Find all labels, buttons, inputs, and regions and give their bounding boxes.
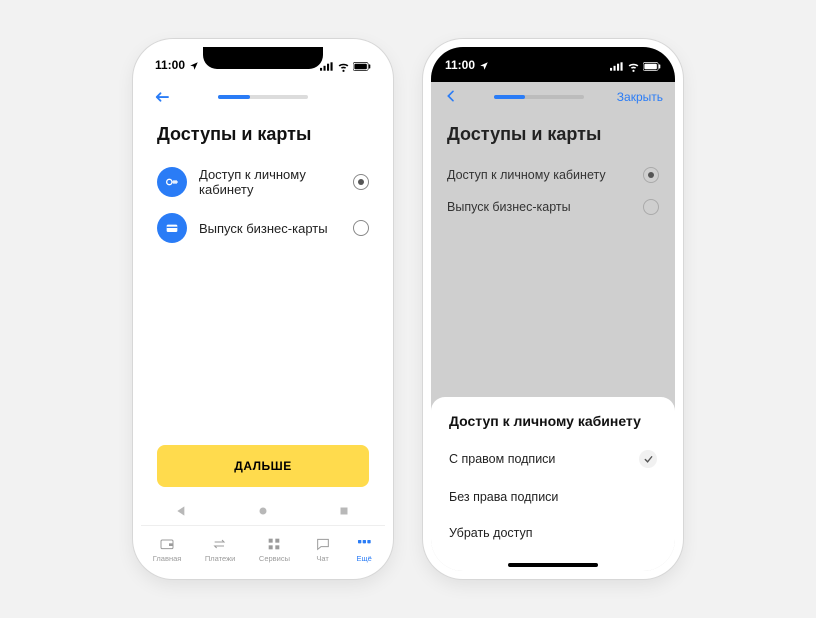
card-icon bbox=[157, 213, 187, 243]
close-button[interactable]: Закрыть bbox=[617, 90, 663, 104]
back-button[interactable] bbox=[153, 88, 171, 106]
radio-selected[interactable] bbox=[643, 167, 659, 183]
transfer-icon bbox=[211, 536, 229, 552]
status-time: 11:00 bbox=[155, 58, 185, 72]
page-title: Доступы и карты bbox=[157, 124, 369, 145]
key-icon bbox=[157, 167, 187, 197]
option-label: Доступ к личному кабинету bbox=[447, 168, 643, 182]
sheet-item-without-signature[interactable]: Без права подписи bbox=[449, 479, 657, 515]
signal-icon bbox=[610, 60, 624, 69]
tab-services[interactable]: Сервисы bbox=[259, 536, 290, 563]
tab-home[interactable]: Главная bbox=[153, 536, 182, 563]
bottom-sheet: Доступ к личному кабинету С правом подпи… bbox=[431, 397, 675, 571]
option-business-card[interactable]: Выпуск бизнес-карты bbox=[157, 205, 369, 251]
tab-payments[interactable]: Платежи bbox=[205, 536, 235, 563]
nav-row bbox=[141, 82, 385, 112]
wifi-icon bbox=[627, 60, 640, 69]
radio-unselected[interactable] bbox=[643, 199, 659, 215]
wallet-icon bbox=[158, 536, 176, 552]
battery-icon bbox=[353, 60, 371, 69]
android-nav-bar bbox=[141, 497, 385, 525]
option-label: Выпуск бизнес-карты bbox=[447, 200, 643, 214]
status-time: 11:00 bbox=[445, 58, 475, 72]
more-icon bbox=[355, 536, 373, 552]
battery-icon bbox=[643, 60, 661, 69]
phone-mockup-sheet: 11:00 Закрыть Доступы и карты bbox=[423, 39, 683, 579]
radio-unselected[interactable] bbox=[353, 220, 369, 236]
android-recent-icon[interactable] bbox=[337, 504, 351, 518]
progress-indicator bbox=[177, 95, 349, 99]
page-title: Доступы и карты bbox=[447, 124, 659, 145]
chat-icon bbox=[314, 536, 332, 552]
device-notch bbox=[493, 47, 613, 69]
android-home-icon[interactable] bbox=[256, 504, 270, 518]
sheet-item-remove-access[interactable]: Убрать доступ bbox=[449, 515, 657, 551]
grid-icon bbox=[265, 536, 283, 552]
tab-more[interactable]: Ещё bbox=[355, 536, 373, 563]
device-notch bbox=[203, 47, 323, 69]
location-icon bbox=[189, 60, 199, 70]
progress-indicator bbox=[467, 95, 611, 99]
option-business-card[interactable]: Выпуск бизнес-карты bbox=[447, 191, 659, 223]
signal-icon bbox=[320, 60, 334, 69]
back-button[interactable] bbox=[443, 88, 461, 106]
check-icon bbox=[639, 450, 657, 468]
location-icon bbox=[479, 60, 489, 70]
android-back-icon[interactable] bbox=[175, 504, 189, 518]
radio-selected[interactable] bbox=[353, 174, 369, 190]
phone-mockup-main: 11:00 Доступы и карты bbox=[133, 39, 393, 579]
tab-bar: Главная Платежи Сервисы Чат Ещё bbox=[141, 525, 385, 571]
option-personal-access[interactable]: Доступ к личному кабинету bbox=[447, 159, 659, 191]
option-label: Выпуск бизнес-карты bbox=[199, 221, 341, 236]
home-indicator[interactable] bbox=[508, 563, 598, 567]
wifi-icon bbox=[337, 60, 350, 69]
next-button[interactable]: ДАЛЬШЕ bbox=[157, 445, 369, 487]
sheet-title: Доступ к личному кабинету bbox=[449, 413, 657, 429]
nav-row: Закрыть bbox=[431, 82, 675, 112]
option-personal-access[interactable]: Доступ к личному кабинету bbox=[157, 159, 369, 205]
option-label: Доступ к личному кабинету bbox=[199, 167, 341, 197]
sheet-item-with-signature[interactable]: С правом подписи bbox=[449, 439, 657, 479]
screen-content: Доступы и карты Доступ к личному кабинет… bbox=[141, 112, 385, 497]
tab-chat[interactable]: Чат bbox=[314, 536, 332, 563]
